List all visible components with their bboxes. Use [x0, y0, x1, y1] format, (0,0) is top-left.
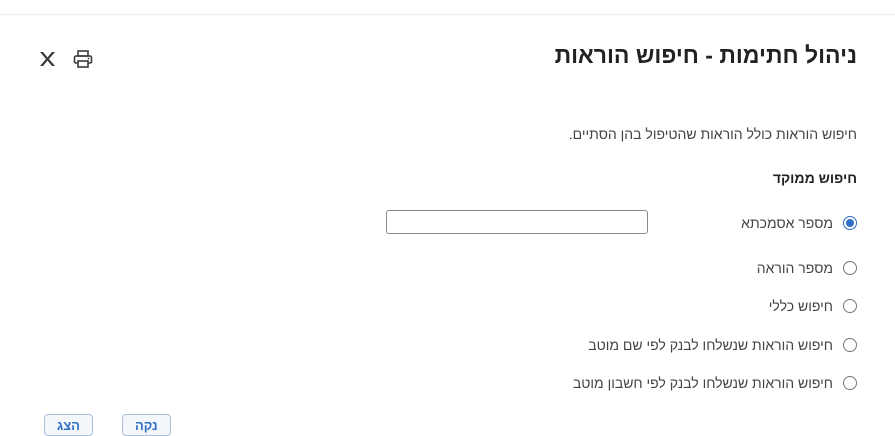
option-label: מספר אסמכתא [741, 215, 833, 231]
excel-icon[interactable] [36, 48, 58, 70]
option-instruction-number[interactable]: מספר הוראה [757, 257, 857, 279]
general-search-radio[interactable] [843, 299, 857, 313]
reference-number-radio[interactable] [843, 216, 857, 230]
toolbar [36, 48, 94, 70]
option-general-search[interactable]: חיפוש כללי [769, 295, 857, 317]
printer-icon[interactable] [72, 48, 94, 70]
search-description: חיפוש הוראות כולל הוראות שהטיפול בהן הסת… [568, 126, 857, 142]
show-button[interactable]: הצג [44, 414, 93, 436]
option-reference-number[interactable]: מספר אסמכתא [741, 212, 857, 234]
clear-button[interactable]: נקה [122, 414, 171, 436]
top-divider [0, 14, 895, 15]
instruction-number-radio[interactable] [843, 261, 857, 275]
page-title: ניהול חתימות - חיפוש הוראות [554, 42, 857, 68]
option-label: חיפוש כללי [768, 298, 833, 314]
beneficiary-account-radio[interactable] [843, 376, 857, 390]
beneficiary-name-radio[interactable] [843, 338, 857, 352]
focused-search-title: חיפוש ממוקד [772, 170, 857, 186]
option-label: מספר הוראה [756, 260, 833, 276]
reference-number-input[interactable] [386, 210, 648, 234]
option-label: חיפוש הוראות שנשלחו לבנק לפי חשבון מוטב [572, 375, 833, 391]
option-label: חיפוש הוראות שנשלחו לבנק לפי שם מוטב [588, 337, 833, 353]
option-search-by-beneficiary-account[interactable]: חיפוש הוראות שנשלחו לבנק לפי חשבון מוטב [573, 372, 857, 394]
option-search-by-beneficiary-name[interactable]: חיפוש הוראות שנשלחו לבנק לפי שם מוטב [588, 334, 857, 356]
